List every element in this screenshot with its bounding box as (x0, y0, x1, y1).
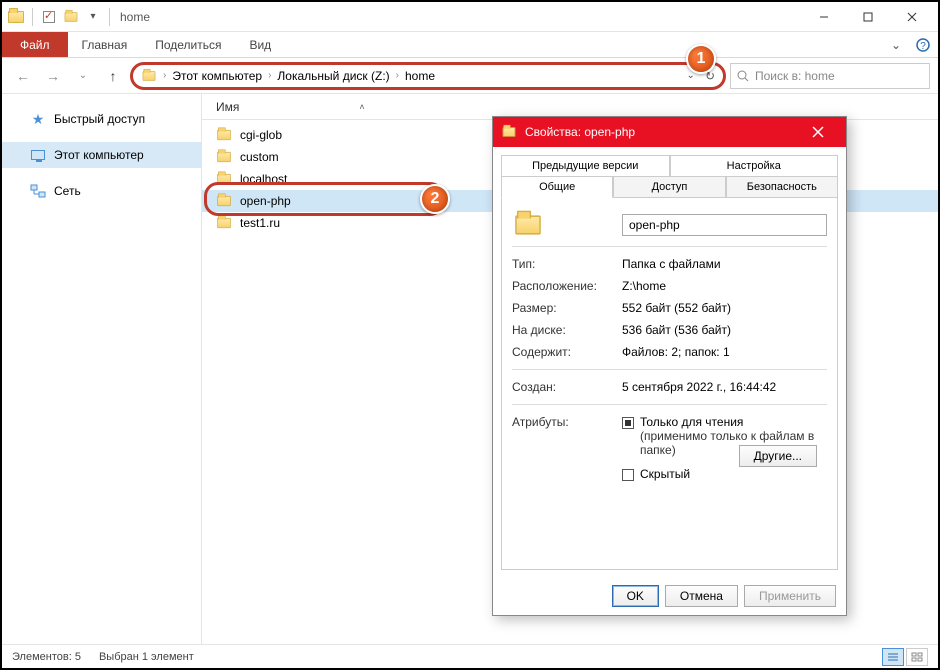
label-contains: Содержит: (512, 345, 622, 359)
ribbon-expand-caret[interactable]: ⌄ (884, 32, 908, 57)
up-button[interactable]: ↑ (100, 63, 126, 89)
status-count: Элементов: 5 (12, 651, 81, 663)
tab-panel-general: Тип:Папка с файлами Расположение:Z:\home… (501, 198, 838, 570)
view-large-icons-button[interactable] (906, 648, 928, 666)
callout-badge-1: 1 (686, 44, 716, 74)
view-details-button[interactable] (882, 648, 904, 666)
folder-icon (217, 152, 231, 162)
dialog-title: Свойства: open-php (525, 125, 635, 139)
folder-icon (217, 174, 231, 184)
chevron-right-icon[interactable]: › (394, 70, 401, 81)
minimize-button[interactable] (802, 3, 846, 31)
search-input[interactable]: Поиск в: home (730, 63, 930, 89)
sidebar-item-quick-access[interactable]: ★ Быстрый доступ (2, 106, 201, 132)
tab-general[interactable]: Общие (501, 176, 613, 198)
window-title: home (120, 10, 150, 24)
tab-previous-versions[interactable]: Предыдущие версии (501, 155, 670, 176)
tab-customize[interactable]: Настройка (670, 155, 839, 176)
cancel-button[interactable]: Отмена (665, 585, 738, 607)
label-location: Расположение: (512, 279, 622, 293)
ok-button[interactable]: OK (612, 585, 659, 607)
value-type: Папка с файлами (622, 257, 827, 271)
folder-icon (217, 218, 231, 228)
status-selected: Выбран 1 элемент (99, 651, 194, 663)
quick-access-toolbar: ▾ (6, 7, 114, 27)
divider (109, 8, 110, 26)
label-created: Создан: (512, 380, 622, 394)
navigation-bar: ← → ⌄ ↑ › Этот компьютер › Локальный дис… (2, 58, 938, 94)
folder-icon (217, 196, 231, 206)
app-folder-icon (6, 7, 26, 27)
chevron-right-icon[interactable]: › (266, 70, 273, 81)
sidebar-item-this-pc[interactable]: Этот компьютер (2, 142, 201, 168)
qat-properties-checkbox[interactable] (39, 7, 59, 27)
label-size: Размер: (512, 301, 622, 315)
tab-sharing[interactable]: Доступ (613, 176, 725, 198)
search-icon (737, 70, 749, 82)
value-size-on-disk: 536 байт (536 байт) (622, 323, 827, 337)
sidebar-item-network[interactable]: Сеть (2, 178, 201, 204)
value-location: Z:\home (622, 279, 827, 293)
apply-button[interactable]: Применить (744, 585, 836, 607)
computer-icon (30, 147, 46, 163)
chevron-right-icon[interactable]: › (161, 70, 168, 81)
tab-home[interactable]: Главная (68, 32, 142, 57)
sidebar-item-label: Этот компьютер (54, 148, 144, 162)
recent-locations-caret[interactable]: ⌄ (70, 63, 96, 89)
tab-share[interactable]: Поделиться (141, 32, 235, 57)
value-contains: Файлов: 2; папок: 1 (622, 345, 827, 359)
qat-new-folder-icon[interactable] (61, 7, 81, 27)
sidebar-item-label: Быстрый доступ (54, 112, 145, 126)
folder-icon (503, 127, 516, 137)
value-created: 5 сентября 2022 г., 16:44:42 (622, 380, 827, 394)
navigation-pane: ★ Быстрый доступ Этот компьютер Сеть (2, 94, 202, 644)
help-icon[interactable]: ? (908, 32, 938, 57)
qat-customize-caret[interactable]: ▾ (83, 7, 103, 27)
divider (32, 8, 33, 26)
titlebar: ▾ home (2, 2, 938, 32)
value-size: 552 байт (552 байт) (622, 301, 827, 315)
breadcrumb[interactable]: Локальный диск (Z:) (273, 69, 393, 83)
svg-text:?: ? (920, 41, 926, 52)
tab-file[interactable]: Файл (2, 32, 68, 57)
folder-large-icon (512, 214, 622, 236)
dialog-titlebar[interactable]: Свойства: open-php (493, 117, 846, 147)
maximize-button[interactable] (846, 3, 890, 31)
tab-security[interactable]: Безопасность (726, 176, 838, 198)
address-bar[interactable]: › Этот компьютер › Локальный диск (Z:) ›… (130, 62, 726, 90)
sidebar-item-label: Сеть (54, 184, 81, 198)
properties-dialog: Свойства: open-php Предыдущие версии Нас… (492, 116, 847, 616)
status-bar: Элементов: 5 Выбран 1 элемент (2, 644, 938, 668)
callout-badge-2: 2 (420, 184, 450, 214)
label-size-on-disk: На диске: (512, 323, 622, 337)
search-placeholder: Поиск в: home (755, 69, 835, 83)
folder-name-input[interactable] (622, 214, 827, 236)
readonly-checkbox[interactable]: Только для чтения (622, 415, 827, 429)
close-button[interactable] (890, 3, 934, 31)
back-button[interactable]: ← (10, 63, 36, 89)
breadcrumb[interactable]: home (401, 69, 439, 83)
forward-button[interactable]: → (40, 63, 66, 89)
network-icon (30, 183, 46, 199)
advanced-attributes-button[interactable]: Другие... (739, 445, 817, 467)
hidden-checkbox[interactable]: Скрытый (622, 467, 827, 481)
tab-view[interactable]: Вид (235, 32, 285, 57)
folder-icon (217, 130, 231, 140)
star-icon: ★ (30, 111, 46, 127)
breadcrumb[interactable]: Этот компьютер (168, 69, 266, 83)
ribbon-tabs: Файл Главная Поделиться Вид ⌄ ? (2, 32, 938, 58)
label-attributes: Атрибуты: (512, 415, 622, 429)
dialog-close-button[interactable] (798, 117, 838, 147)
sort-indicator-icon: ˄ (359, 102, 364, 112)
label-type: Тип: (512, 257, 622, 271)
